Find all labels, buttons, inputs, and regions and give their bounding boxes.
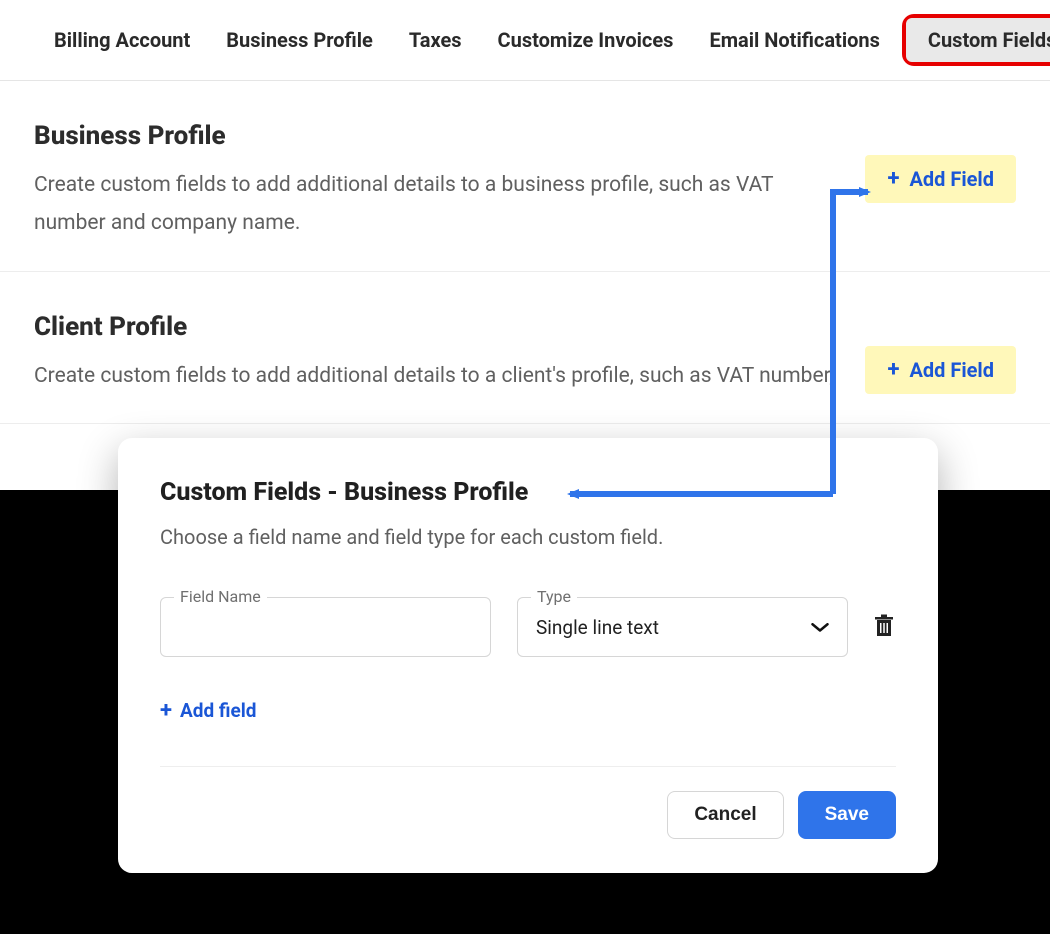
- add-field-link-label: Add field: [180, 699, 256, 722]
- add-field-link[interactable]: + Add field: [160, 699, 256, 722]
- plus-icon: +: [160, 700, 172, 722]
- plus-icon: +: [887, 359, 899, 381]
- section-client-title: Client Profile: [34, 312, 834, 342]
- modal-divider: [160, 766, 896, 767]
- tab-business-profile[interactable]: Business Profile: [208, 18, 391, 62]
- modal-title: Custom Fields - Business Profile: [160, 478, 896, 507]
- field-row: Field Name Type Single line text: [160, 597, 896, 657]
- tab-custom-fields-highlight: Custom Fields: [902, 14, 1050, 66]
- add-field-business-button[interactable]: + Add Field: [865, 155, 1016, 203]
- settings-tabs: Billing Account Business Profile Taxes C…: [0, 0, 1050, 81]
- settings-page: Billing Account Business Profile Taxes C…: [0, 0, 1050, 490]
- save-button[interactable]: Save: [798, 791, 896, 839]
- field-name-input[interactable]: [160, 597, 491, 657]
- section-business-text: Business Profile Create custom fields to…: [34, 121, 834, 243]
- field-type-value: Single line text: [536, 616, 659, 639]
- section-client-text: Client Profile Create custom fields to a…: [34, 312, 834, 396]
- modal-actions: Cancel Save: [160, 791, 896, 839]
- section-client-desc: Create custom fields to add additional d…: [34, 358, 834, 396]
- chevron-down-icon: [811, 618, 829, 637]
- tab-taxes[interactable]: Taxes: [391, 18, 480, 62]
- add-field-client-label: Add Field: [909, 358, 994, 382]
- field-type-group: Type Single line text: [517, 597, 848, 657]
- modal-desc: Choose a field name and field type for e…: [160, 525, 896, 549]
- tab-customize-invoices[interactable]: Customize Invoices: [480, 18, 692, 62]
- field-type-label: Type: [531, 587, 577, 606]
- custom-fields-modal: Custom Fields - Business Profile Choose …: [118, 438, 938, 873]
- field-name-group: Field Name: [160, 597, 491, 657]
- cancel-button[interactable]: Cancel: [667, 791, 783, 839]
- add-field-business-label: Add Field: [909, 167, 994, 191]
- tab-email-notifications[interactable]: Email Notifications: [691, 18, 897, 62]
- field-type-select[interactable]: Single line text: [517, 597, 848, 657]
- section-business-profile: Business Profile Create custom fields to…: [0, 81, 1050, 272]
- tab-billing-account[interactable]: Billing Account: [36, 18, 208, 62]
- section-business-title: Business Profile: [34, 121, 834, 151]
- field-name-label: Field Name: [174, 587, 267, 606]
- section-business-desc: Create custom fields to add additional d…: [34, 167, 834, 243]
- section-client-profile: Client Profile Create custom fields to a…: [0, 272, 1050, 425]
- add-field-client-button[interactable]: + Add Field: [865, 346, 1016, 394]
- tab-custom-fields[interactable]: Custom Fields: [906, 18, 1050, 62]
- trash-icon[interactable]: [874, 614, 896, 640]
- plus-icon: +: [887, 168, 899, 190]
